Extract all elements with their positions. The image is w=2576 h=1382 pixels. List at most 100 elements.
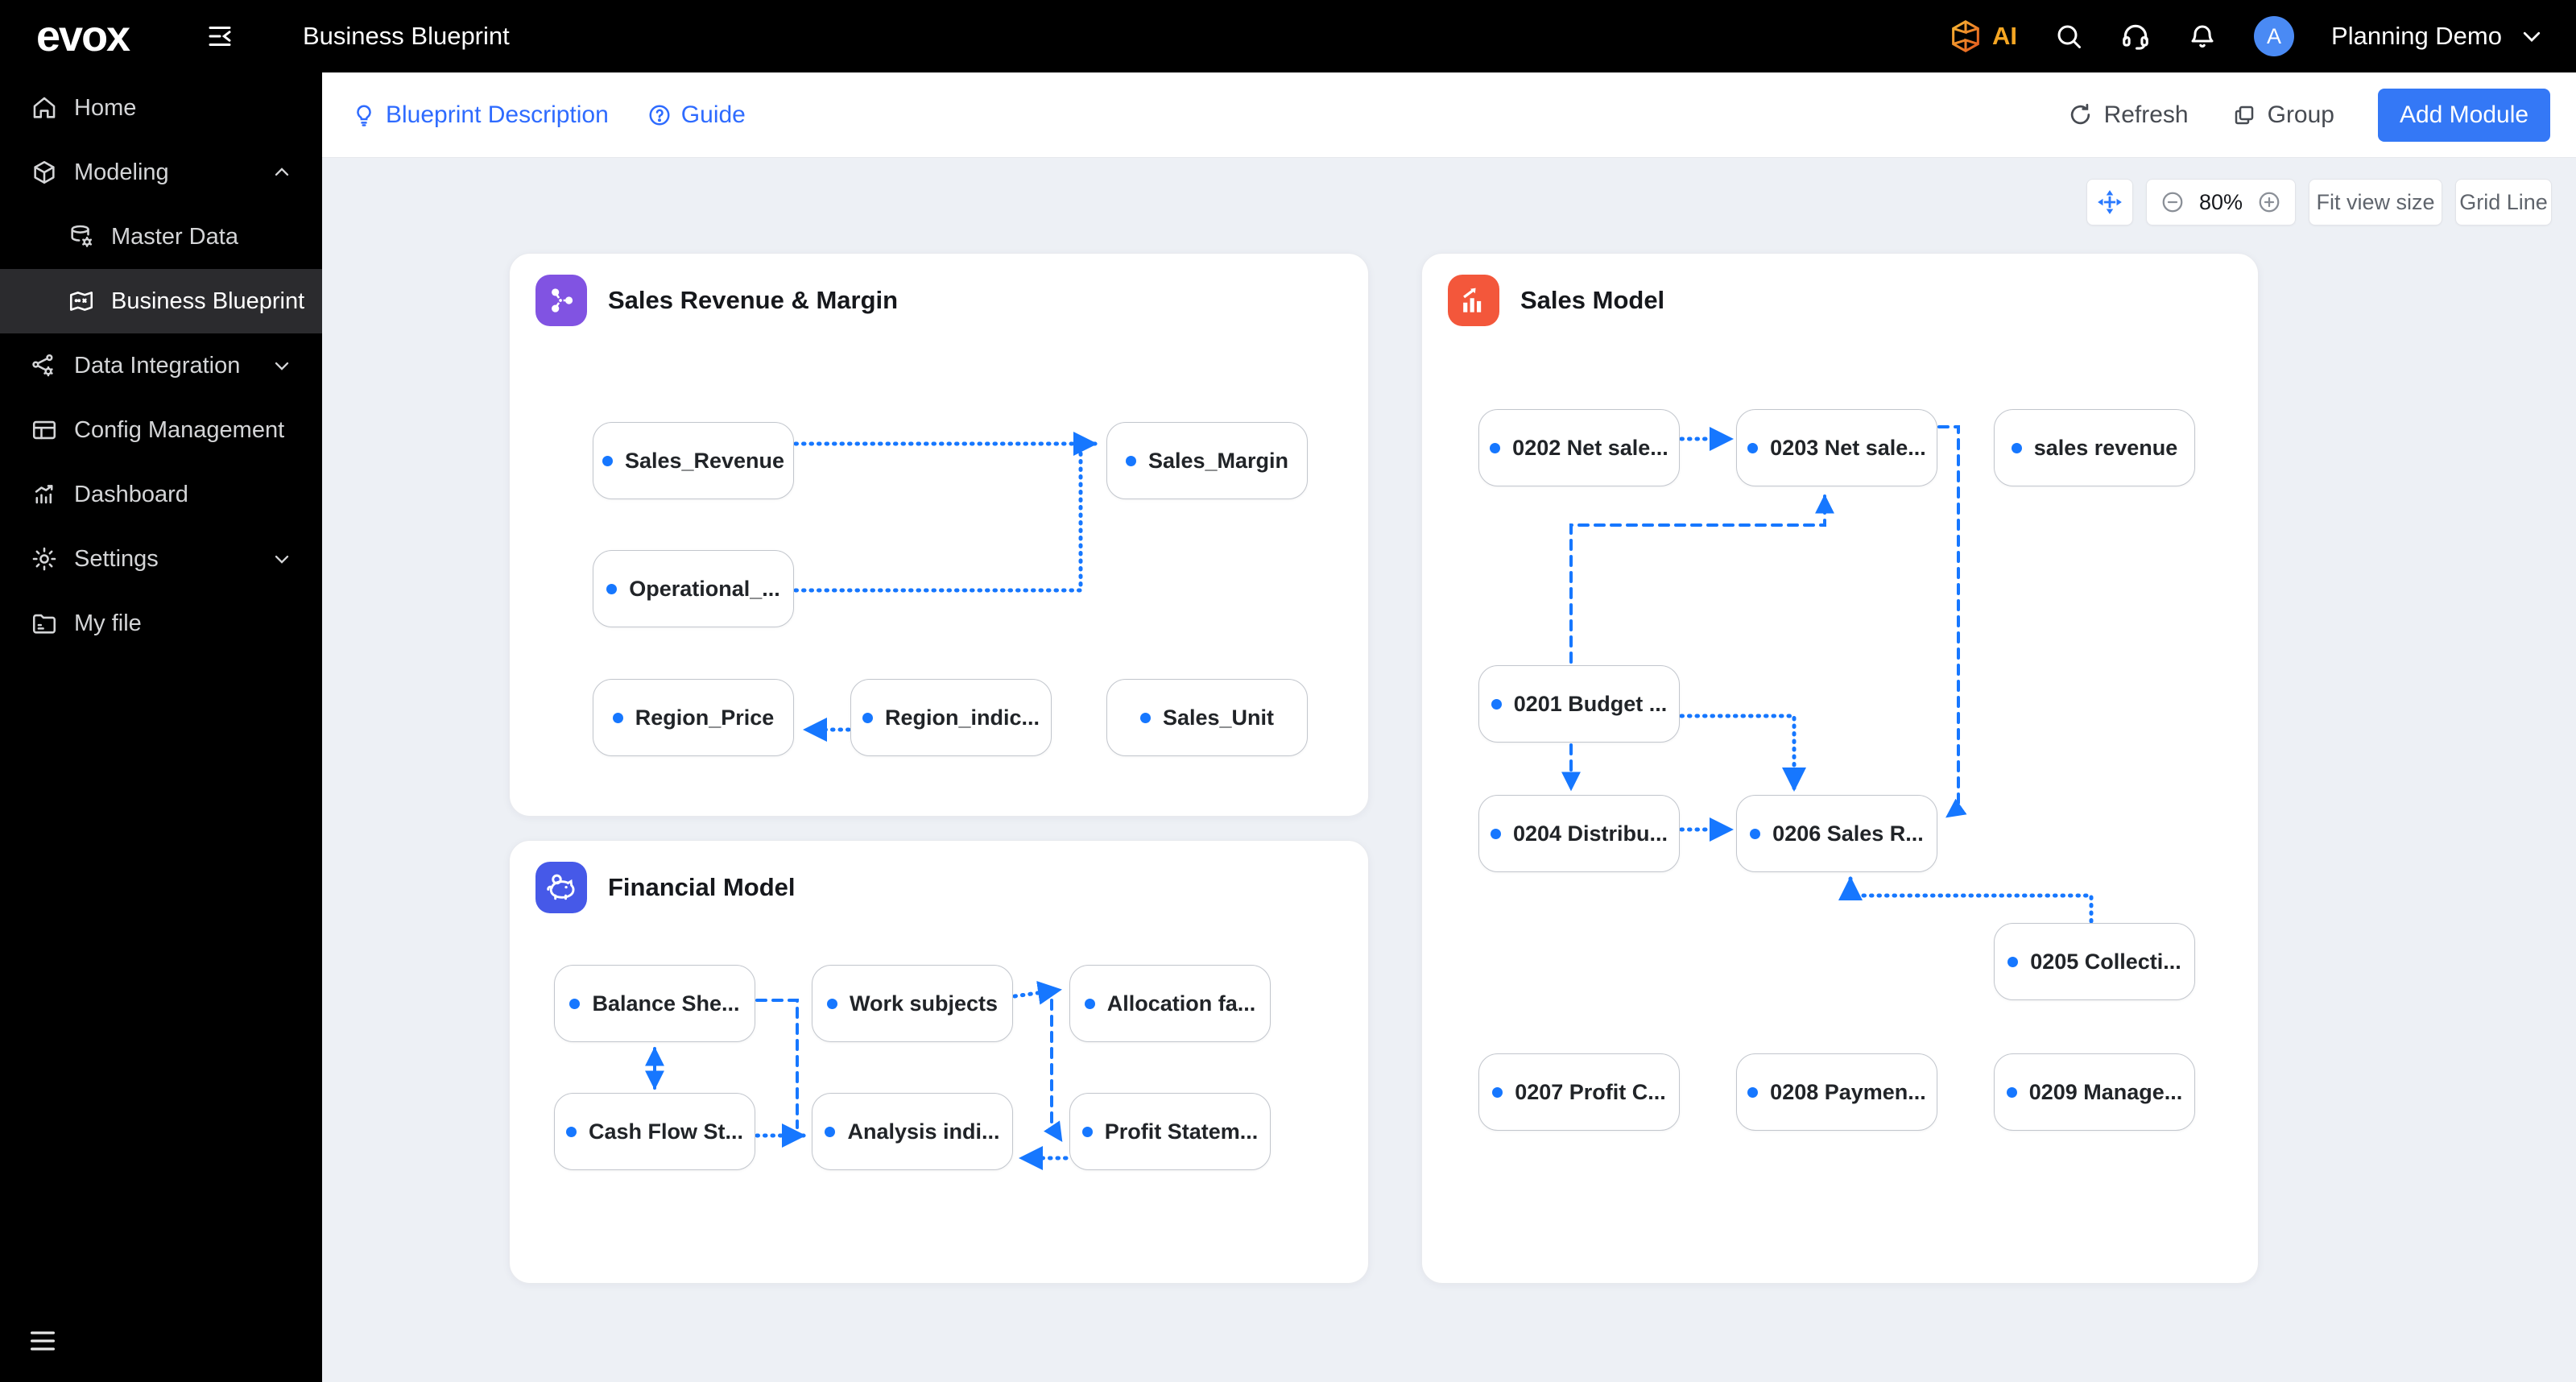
node-n0205[interactable]: 0205 Collecti... [1994, 923, 2195, 1000]
node-label: Work subjects [849, 991, 999, 1016]
refresh-icon [2068, 102, 2093, 127]
node-status-dot [825, 1126, 836, 1137]
node-status-dot [2007, 956, 2019, 967]
module-card-financial-model[interactable]: Financial Model [509, 840, 1369, 1284]
ai-assistant-button[interactable]: AI [1947, 18, 2017, 55]
grid-line-button[interactable]: Grid Line [2455, 179, 2552, 226]
pan-move-button[interactable] [2086, 179, 2133, 226]
node-profit_statement[interactable]: Profit Statem... [1069, 1093, 1271, 1170]
add-module-button[interactable]: Add Module [2378, 88, 2550, 142]
node-sales_revenue[interactable]: Sales_Revenue [593, 422, 794, 499]
sidebar-item-modeling[interactable]: Modeling [0, 140, 322, 205]
refresh-button[interactable]: Refresh [2068, 101, 2189, 129]
sidebar-nav: Home Modeling Master Data Business Blueprin… [0, 76, 322, 656]
node-label: 0203 Net sale... [1770, 435, 1926, 460]
dashboard-icon [31, 481, 58, 508]
node-region_indic[interactable]: Region_indic... [850, 679, 1052, 756]
node-status-dot [612, 712, 623, 723]
sidebar-item-business-blueprint[interactable]: Business Blueprint [0, 269, 322, 333]
workspace-switcher[interactable]: Planning Demo [2331, 22, 2544, 51]
bar-chart-arrow-icon [1448, 275, 1499, 326]
node-sales_unit[interactable]: Sales_Unit [1106, 679, 1308, 756]
blueprint-description-link[interactable]: Blueprint Description [352, 101, 609, 129]
sidebar-item-label: Home [74, 94, 137, 121]
sidebar-item-master-data[interactable]: Master Data [0, 205, 322, 269]
node-label: sales revenue [2033, 435, 2178, 460]
zoom-control: 80% [2146, 179, 2296, 226]
node-label: 0207 Profit C... [1515, 1079, 1666, 1104]
node-label: Allocation fa... [1106, 991, 1256, 1016]
move-icon [2096, 188, 2123, 216]
node-cash_flow[interactable]: Cash Flow St... [554, 1093, 755, 1170]
node-n0208[interactable]: 0208 Paymen... [1736, 1053, 1937, 1131]
node-label: Profit Statem... [1104, 1119, 1259, 1144]
node-status-dot [1747, 1086, 1759, 1098]
fit-view-button[interactable]: Fit view size [2309, 179, 2442, 226]
node-status-dot [1081, 1126, 1093, 1137]
sidebar-item-label: Settings [74, 545, 159, 572]
node-sales_revenue_node[interactable]: sales revenue [1994, 409, 2195, 486]
sidebar-item-my-file[interactable]: My file [0, 591, 322, 656]
node-label: Operational_... [629, 576, 780, 601]
node-balance_sheet[interactable]: Balance She... [554, 965, 755, 1042]
sidebar-item-home[interactable]: Home [0, 76, 322, 140]
zoom-level: 80% [2198, 189, 2243, 214]
node-label: Sales_Revenue [624, 448, 785, 473]
guide-link[interactable]: Guide [647, 101, 746, 129]
node-label: 0208 Paymen... [1770, 1079, 1926, 1104]
node-label: 0209 Manage... [2028, 1079, 2183, 1104]
sidebar-item-dashboard[interactable]: Dashboard [0, 462, 322, 527]
node-status-dot [1747, 442, 1759, 453]
chevron-down-icon [271, 548, 293, 570]
node-operational[interactable]: Operational_... [593, 550, 794, 627]
module-title: Sales Revenue & Margin [608, 286, 899, 314]
node-label: Region_indic... [884, 705, 1040, 730]
group-icon [2232, 103, 2256, 127]
node-region_price[interactable]: Region_Price [593, 679, 794, 756]
node-work_subjects[interactable]: Work subjects [812, 965, 1013, 1042]
sidebar-item-label: Data Integration [74, 352, 241, 379]
node-n0202[interactable]: 0202 Net sale... [1478, 409, 1680, 486]
chevron-up-icon [271, 161, 293, 184]
zoom-in-icon[interactable] [2257, 190, 2281, 214]
node-n0204[interactable]: 0204 Distribu... [1478, 795, 1680, 872]
module-header: Sales Model [1448, 275, 1664, 326]
guide-label: Guide [680, 101, 746, 128]
ai-label: AI [1992, 22, 2018, 50]
node-n0209[interactable]: 0209 Manage... [1994, 1053, 2195, 1131]
module-title: Financial Model [608, 873, 796, 901]
avatar[interactable]: A [2254, 16, 2295, 56]
bell-icon[interactable] [2188, 22, 2217, 51]
evox-logo: evox [36, 12, 130, 60]
node-status-dot [862, 712, 873, 723]
sidebar-item-label: My file [74, 610, 142, 636]
node-status-dot [1490, 442, 1501, 453]
node-status-dot [1492, 1086, 1503, 1098]
sidebar-collapse-icon[interactable] [205, 22, 234, 51]
home-icon [31, 94, 58, 122]
module-title: Sales Model [1520, 286, 1665, 314]
node-sales_margin[interactable]: Sales_Margin [1106, 422, 1308, 499]
share-hub-icon [535, 275, 587, 326]
node-n0203[interactable]: 0203 Net sale... [1736, 409, 1937, 486]
sidebar-item-settings[interactable]: Settings [0, 527, 322, 591]
zoom-out-icon[interactable] [2160, 190, 2185, 214]
node-allocation[interactable]: Allocation fa... [1069, 965, 1271, 1042]
sidebar: Home Modeling Master Data Business Blueprin… [0, 72, 322, 1382]
node-n0207[interactable]: 0207 Profit C... [1478, 1053, 1680, 1131]
node-n0201[interactable]: 0201 Budget ... [1478, 665, 1680, 743]
search-icon[interactable] [2054, 22, 2083, 51]
sidebar-item-label: Business Blueprint [111, 288, 305, 314]
chevron-down-icon [2520, 24, 2544, 48]
module-header: Financial Model [535, 862, 796, 913]
headset-icon[interactable] [2120, 21, 2151, 52]
sidebar-menu-toggle[interactable] [27, 1325, 59, 1361]
group-button[interactable]: Group [2232, 101, 2334, 129]
node-status-dot [826, 998, 837, 1009]
node-n0206[interactable]: 0206 Sales R... [1736, 795, 1937, 872]
node-label: Sales_Margin [1147, 448, 1289, 473]
sidebar-item-data-integration[interactable]: Data Integration [0, 333, 322, 398]
sidebar-item-config-management[interactable]: Config Management [0, 398, 322, 462]
node-analysis[interactable]: Analysis indi... [812, 1093, 1013, 1170]
node-status-dot [1750, 828, 1761, 839]
